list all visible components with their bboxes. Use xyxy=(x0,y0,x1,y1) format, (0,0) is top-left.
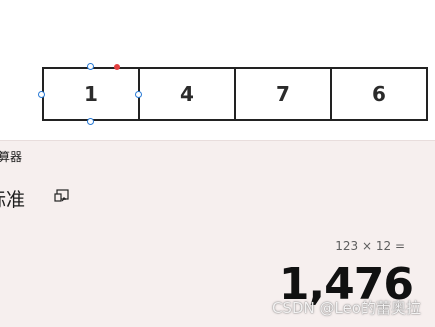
keep-on-top-icon[interactable] xyxy=(54,188,70,204)
mode-title-text: 标准 xyxy=(0,189,26,211)
resize-handle-left[interactable] xyxy=(38,91,45,98)
calculator-window: 计算器 标准 123 × 12 = 1,476 CSDN @Leo的蕾奥拉 xyxy=(0,140,435,327)
resize-handle-bottom[interactable] xyxy=(87,118,94,125)
window-title-text: 计算器 xyxy=(0,150,23,164)
document-canvas: 1 4 7 6 xyxy=(0,0,435,140)
number-table[interactable]: 1 4 7 6 xyxy=(42,67,428,121)
table-cell[interactable]: 6 xyxy=(330,69,426,119)
watermark: CSDN @Leo的蕾奥拉 xyxy=(271,299,421,317)
expression-display: 123 × 12 = xyxy=(335,239,405,253)
table-cell[interactable]: 4 xyxy=(138,69,234,119)
calculator-mode-title: 标准 xyxy=(0,185,38,212)
window-title: 计算器 xyxy=(0,148,34,165)
table-cell[interactable]: 7 xyxy=(234,69,330,119)
resize-handle-right[interactable] xyxy=(135,91,142,98)
rotate-handle[interactable] xyxy=(114,64,120,70)
table-cell[interactable]: 1 xyxy=(44,69,138,119)
resize-handle-top[interactable] xyxy=(87,63,94,70)
